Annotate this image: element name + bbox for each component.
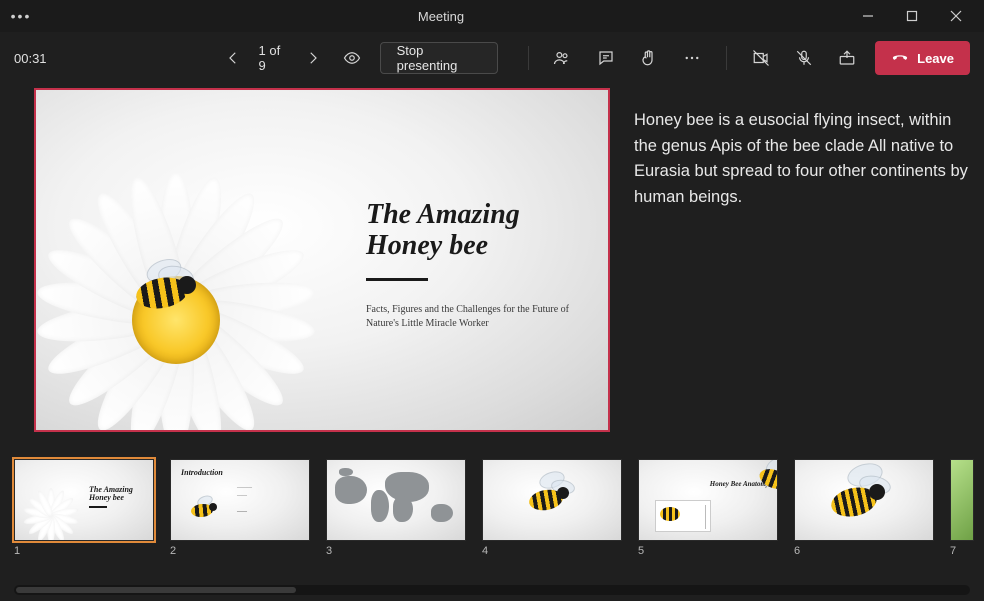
meeting-toolbar: 00:31 1 of 9 Stop presenting [0, 32, 984, 84]
slide-thumbnail-5[interactable]: Honey Bee Anatomy [638, 459, 778, 541]
raise-hand-icon[interactable] [633, 41, 664, 75]
window-title: Meeting [36, 9, 846, 24]
thumbnail-scrollbar[interactable] [14, 585, 970, 595]
thumb-index-5: 5 [638, 545, 778, 557]
minimize-button[interactable] [846, 0, 890, 32]
slide-title-line1: The Amazing [366, 199, 520, 230]
share-tray-icon[interactable] [832, 41, 863, 75]
thumb-index-6: 6 [794, 545, 934, 557]
slide-subtitle: Facts, Figures and the Challenges for th… [366, 303, 596, 331]
thumbnail-strip: The Amazing Honey bee 1 Introduction ———… [0, 451, 984, 583]
slide-thumbnail-2[interactable]: Introduction ——— —— —— [170, 459, 310, 541]
slide-thumbnail-6[interactable] [794, 459, 934, 541]
thumb-5-title: Honey Bee Anatomy [710, 480, 769, 488]
mic-off-icon[interactable] [788, 41, 819, 75]
thumb-index-2: 2 [170, 545, 310, 557]
slide-thumbnail-1[interactable]: The Amazing Honey bee [14, 459, 154, 541]
toolbar-divider [528, 46, 529, 70]
hangup-icon [891, 49, 909, 67]
slide-canvas: The Amazing Honey bee Facts, Figures and… [36, 90, 608, 430]
slide-counter: 1 of 9 [251, 43, 297, 73]
app-more-icon[interactable]: ••• [6, 8, 36, 24]
stop-presenting-button[interactable]: Stop presenting [380, 42, 498, 74]
toolbar-divider [726, 46, 727, 70]
thumb-index-7: 7 [950, 545, 974, 557]
prev-slide-button[interactable] [218, 41, 249, 75]
scrollbar-thumb[interactable] [16, 587, 296, 593]
chat-icon[interactable] [590, 41, 621, 75]
participants-icon[interactable] [547, 41, 578, 75]
thumb-1-title: The Amazing Honey bee [89, 486, 153, 503]
leave-button[interactable]: Leave [875, 41, 970, 75]
daisy-flower-image [36, 150, 346, 430]
slide-nav-group: 1 of 9 [218, 41, 368, 75]
thumb-2-title: Introduction [181, 468, 223, 477]
camera-off-icon[interactable] [745, 41, 776, 75]
stop-presenting-label: Stop presenting [397, 43, 481, 73]
call-timer: 00:31 [14, 51, 66, 66]
thumb-index-1: 1 [14, 545, 154, 557]
current-slide[interactable]: The Amazing Honey bee Facts, Figures and… [34, 88, 610, 432]
slide-title-block: The Amazing Honey bee Facts, Figures and… [366, 200, 596, 331]
thumb-index-4: 4 [482, 545, 622, 557]
slide-title-line2: Honey bee [366, 230, 488, 261]
bee-image [116, 258, 206, 318]
maximize-button[interactable] [890, 0, 934, 32]
slide-thumbnail-7[interactable] [950, 459, 974, 541]
speaker-notes: Honey bee is a eusocial flying insect, w… [634, 88, 970, 447]
slide-thumbnail-3[interactable] [326, 459, 466, 541]
notes-text: Honey bee is a eusocial flying insect, w… [634, 111, 968, 206]
close-button[interactable] [934, 0, 978, 32]
slide-thumbnail-4[interactable] [482, 459, 622, 541]
next-slide-button[interactable] [298, 41, 329, 75]
presentation-stage: The Amazing Honey bee Facts, Figures and… [0, 84, 984, 451]
leave-label: Leave [917, 51, 954, 66]
title-bar: ••• Meeting [0, 0, 984, 32]
window-controls [846, 0, 978, 32]
more-actions-icon[interactable] [677, 41, 708, 75]
thumb-index-3: 3 [326, 545, 466, 557]
private-view-icon[interactable] [337, 41, 368, 75]
